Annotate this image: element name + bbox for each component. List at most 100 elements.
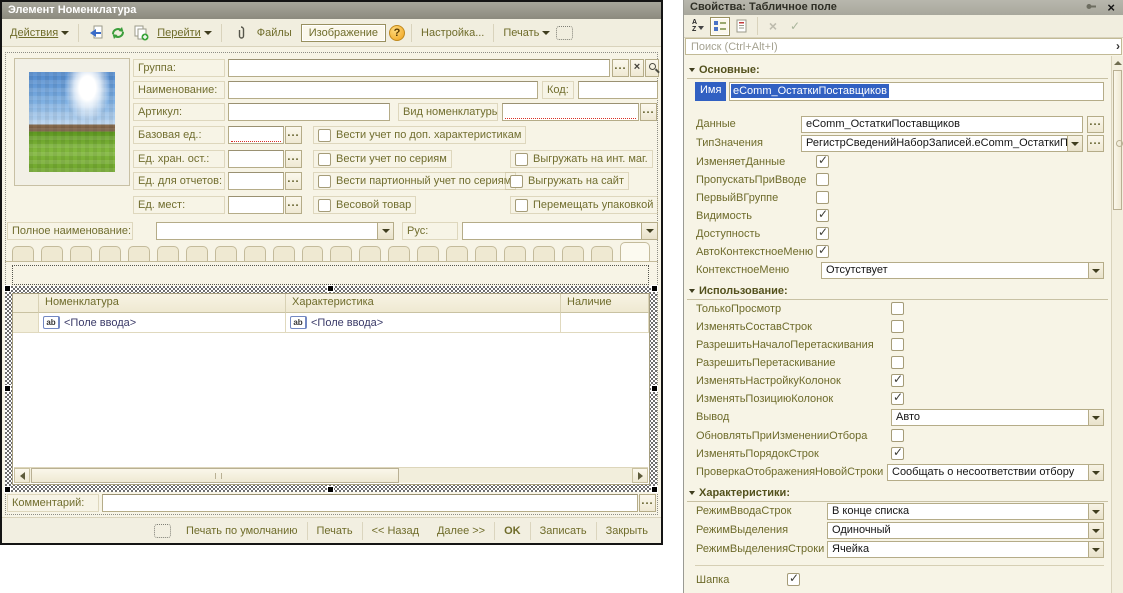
cancel-icon[interactable]: × [763,17,783,36]
table-field[interactable]: НоменклатураХарактеристикаНаличие ab<Пол… [12,293,650,485]
apply-icon[interactable]: ✓ [785,17,805,36]
tab[interactable] [475,246,497,262]
resize-handle[interactable] [652,487,657,492]
save-button[interactable]: Записать [530,522,596,540]
ok-button[interactable]: OK [494,522,530,540]
property-checkbox[interactable] [891,429,904,442]
table-column-header[interactable]: Наличие [561,294,649,313]
place-unit-ellipsis-button[interactable]: ... [285,196,302,214]
actions-menu-button[interactable]: Действия [7,25,72,41]
empty-control-placeholder[interactable] [12,265,649,285]
scroll-right-button[interactable] [632,468,648,483]
name-input[interactable] [228,81,538,99]
table-field-selection[interactable]: НоменклатураХарактеристикаНаличие ab<Пол… [5,286,657,492]
row-selector-header[interactable] [13,294,39,313]
settings-button[interactable]: Настройка... [418,25,487,41]
checkbox-upload-site[interactable]: Выгружать на сайт [505,172,629,190]
property-checkbox[interactable]: ✓ [891,374,904,387]
checkbox-box[interactable] [515,199,528,212]
property-label-selected[interactable]: Имя [695,82,726,101]
goto-menu-button[interactable]: Перейти [154,25,215,41]
report-unit-input[interactable] [228,172,284,190]
properties-title-bar[interactable]: Свойства: Табличное поле × [684,0,1123,15]
resize-handle[interactable] [5,286,10,291]
item-image-frame[interactable] [14,58,130,186]
code-input[interactable] [578,81,658,99]
tab[interactable] [215,246,237,262]
checkbox-box[interactable] [510,175,523,188]
rus-combo[interactable] [462,222,658,240]
group-ellipsis-button[interactable]: ... [612,59,629,77]
dropdown-button[interactable] [1088,523,1103,538]
dropdown-button[interactable] [1088,542,1103,557]
checkbox-series[interactable]: Вести учет по сериям [313,150,452,168]
pin-icon[interactable] [1085,2,1097,14]
table-cell[interactable] [561,313,649,333]
ellipsis-button[interactable]: ... [1087,116,1104,133]
tab[interactable] [388,246,410,262]
resize-handle[interactable] [328,286,333,291]
checkbox-extra-characteristics[interactable]: Вести учет по доп. характеристикам [313,126,526,144]
group-search-button[interactable] [645,59,659,77]
resize-handle[interactable] [328,487,333,492]
checkbox-box[interactable] [515,153,528,166]
checkbox-weight-goods[interactable]: Весовой товар [313,196,416,214]
refresh-icon[interactable] [108,23,128,43]
checkbox-box[interactable] [318,175,331,188]
search-expand-button[interactable]: › [1116,39,1120,53]
property-dropdown[interactable]: РегистрСведенийНаборЗаписей.eComm_Остатк… [801,135,1083,152]
tab[interactable] [330,246,352,262]
tab[interactable] [41,246,63,262]
close-button[interactable]: Закрыть [596,522,657,540]
property-checkbox[interactable]: ✓ [816,209,829,222]
dropdown-button[interactable] [377,223,393,239]
checkbox-box[interactable] [318,153,331,166]
footer-placeholder-icon[interactable] [154,524,171,538]
dropdown-button[interactable] [1088,504,1103,519]
row-selector-cell[interactable] [13,313,39,333]
property-checkbox[interactable] [891,338,904,351]
table-cell[interactable]: ab<Поле ввода> [286,313,561,333]
close-icon[interactable]: × [1107,0,1115,15]
dropdown-button[interactable] [1088,263,1103,278]
resize-handle[interactable] [5,487,10,492]
scroll-up-button[interactable] [1112,57,1123,69]
resize-handle[interactable] [652,286,657,291]
property-dropdown[interactable]: Ячейка [827,541,1104,558]
property-dropdown[interactable]: Сообщать о несоответствии отбору [887,464,1104,481]
item-image[interactable] [29,72,115,172]
tab[interactable] [273,246,295,262]
place-unit-input[interactable] [228,196,284,214]
tab[interactable] [359,246,381,262]
full-name-combo[interactable] [156,222,394,240]
comment-input[interactable] [102,494,638,512]
group-input[interactable] [228,59,610,77]
dropdown-button[interactable] [641,223,657,239]
checkbox-box[interactable] [318,199,331,212]
next-button[interactable]: Далее >> [428,522,494,540]
kind-ellipsis-button[interactable]: ... [640,103,657,121]
base-unit-ellipsis-button[interactable]: ... [285,126,302,144]
checkbox-batch-series[interactable]: Вести партионный учет по сериям [313,172,516,190]
checkbox-move-packaging[interactable]: Перемещать упаковкой [510,196,658,214]
table-column-header[interactable]: Номенклатура [39,294,286,313]
properties-scrollbar[interactable] [1111,56,1123,593]
tab[interactable] [12,246,34,262]
tab[interactable] [99,246,121,262]
property-section-header[interactable]: Использование: [687,283,1108,300]
print-menu-button[interactable]: Печать [500,25,553,41]
horizontal-scrollbar[interactable] [14,467,648,483]
resize-handle[interactable] [5,386,10,391]
toolbar-placeholder-icon[interactable] [556,26,573,40]
table-column-header[interactable]: Характеристика [286,294,561,313]
property-dropdown[interactable]: Отсутствует [821,262,1104,279]
property-checkbox[interactable]: ✓ [816,245,829,258]
name-value-input[interactable]: eComm_ОстаткиПоставщиков [729,82,1104,101]
property-checkbox[interactable] [816,173,829,186]
dropdown-button[interactable] [1067,136,1082,151]
property-dropdown[interactable]: Авто [891,409,1104,426]
property-checkbox[interactable] [816,191,829,204]
help-icon[interactable]: ? [389,25,405,41]
property-checkbox[interactable]: ✓ [891,392,904,405]
property-dropdown[interactable]: В конце списка [827,503,1104,520]
